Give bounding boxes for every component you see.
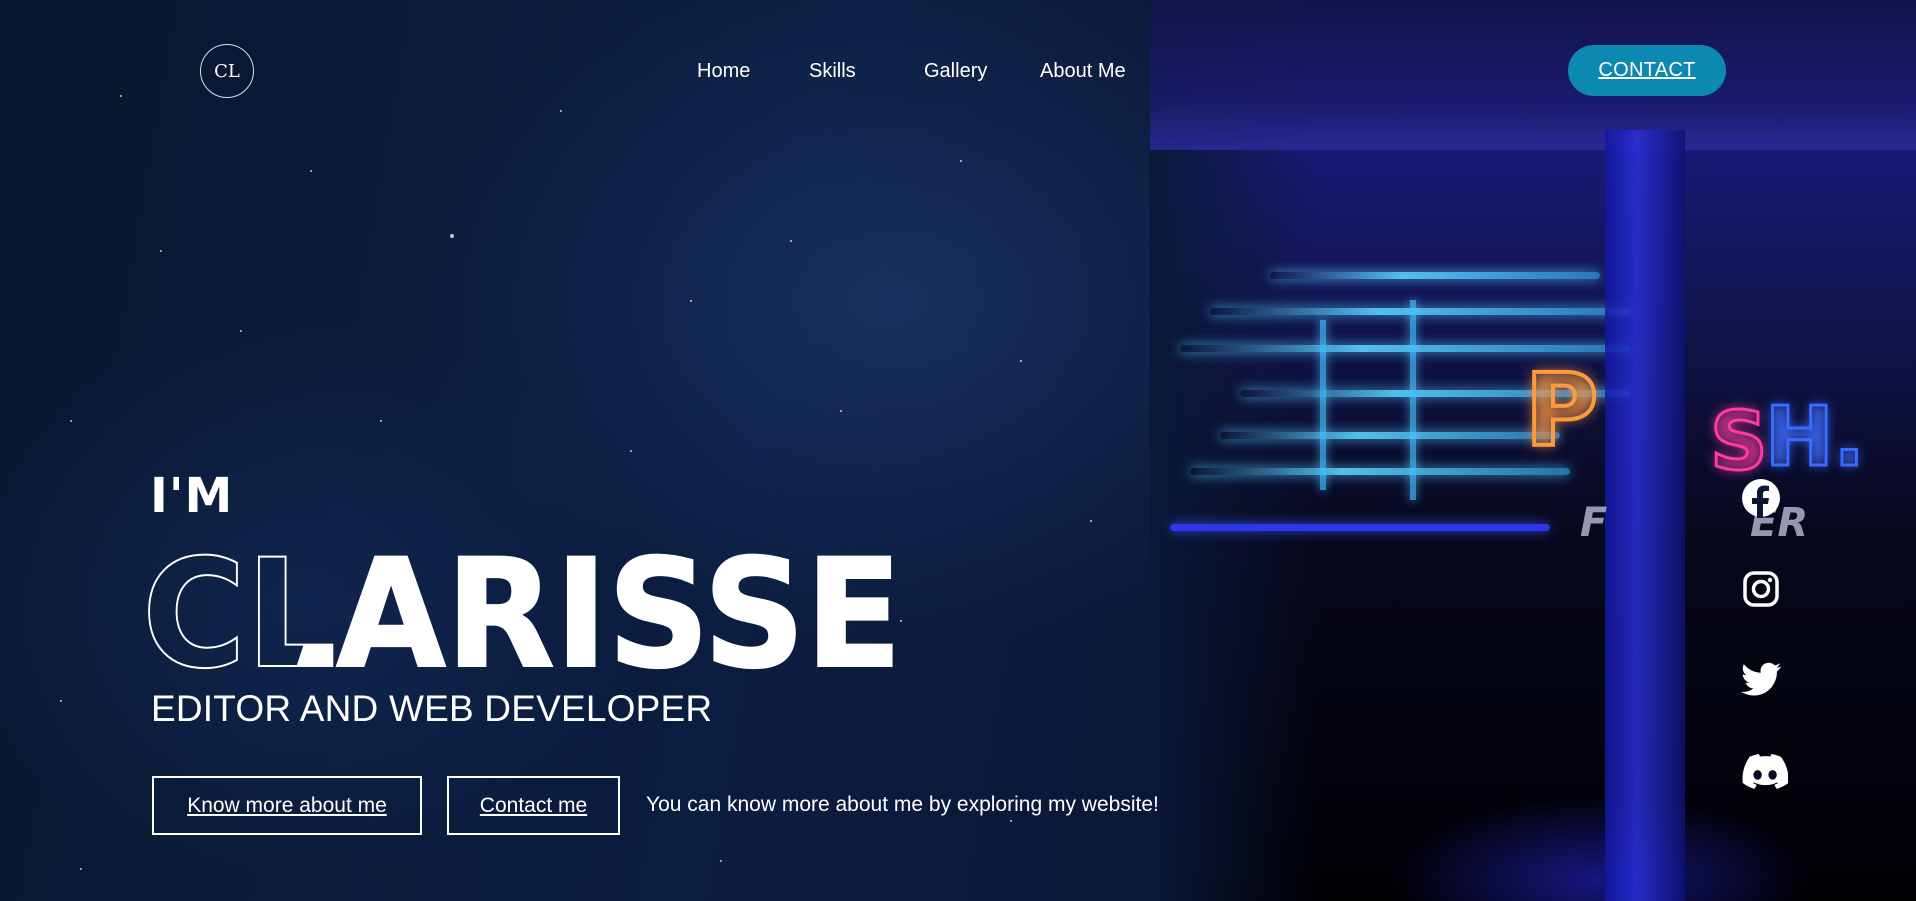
top-navigation: CL Home Skills Gallery About Me CONTACT <box>0 0 1916 140</box>
discord-icon[interactable] <box>1742 749 1788 795</box>
nav-link-gallery[interactable]: Gallery <box>924 58 1034 84</box>
hero-note: You can know more about me by exploring … <box>646 793 1159 816</box>
hero-intro: I'M <box>150 468 234 524</box>
hero-subtitle: EDITOR AND WEB DEVELOPER <box>151 688 713 729</box>
know-more-button[interactable]: Know more about me <box>152 776 422 835</box>
main-menu: Home Skills Gallery About Me <box>697 58 1126 84</box>
nav-link-home[interactable]: Home <box>697 58 776 84</box>
facebook-icon[interactable] <box>1738 475 1784 521</box>
site-logo[interactable]: CL <box>200 44 254 98</box>
contact-me-button[interactable]: Contact me <box>447 776 620 835</box>
twitter-icon[interactable] <box>1738 657 1784 703</box>
hero-name: CLARISSE CLARISSE <box>142 528 903 680</box>
instagram-icon[interactable] <box>1738 566 1784 612</box>
nav-link-skills[interactable]: Skills <box>809 58 912 84</box>
contact-button[interactable]: CONTACT <box>1568 45 1726 96</box>
logo-text: CL <box>214 60 240 82</box>
nav-link-about-me[interactable]: About Me <box>1040 58 1126 84</box>
